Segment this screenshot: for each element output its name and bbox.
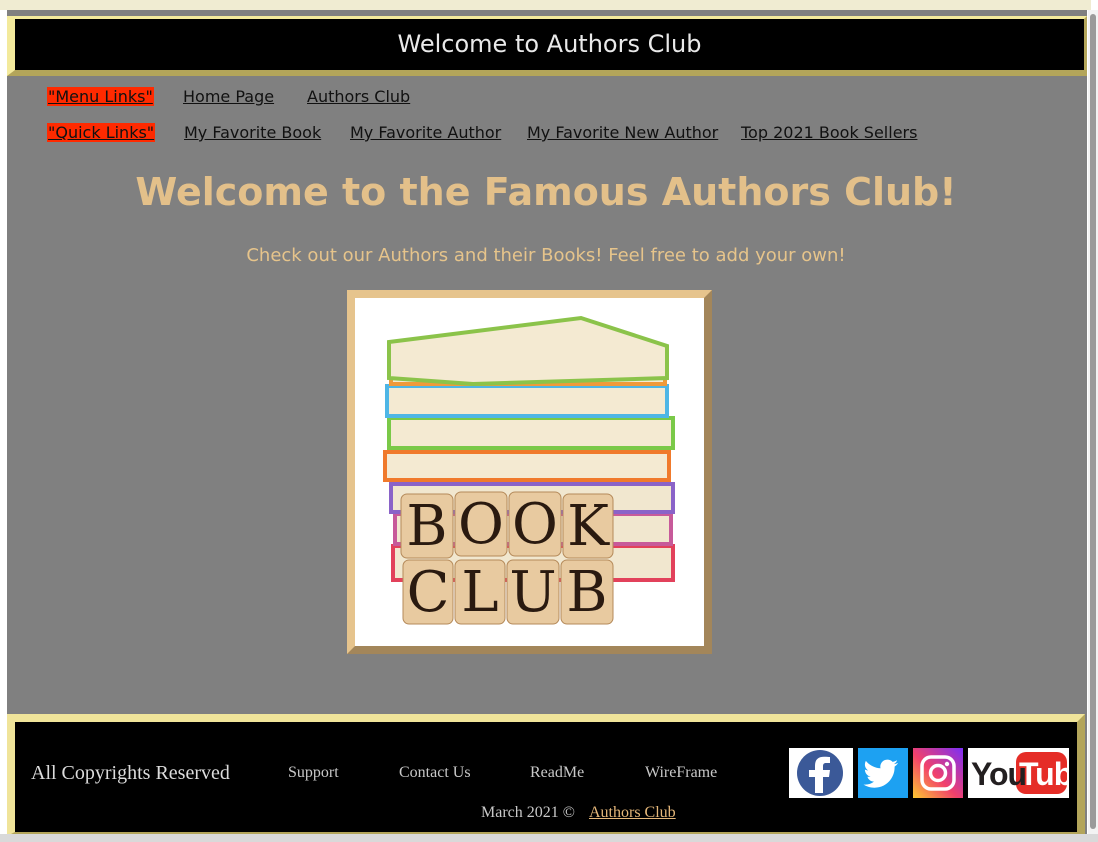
nav-my-favorite-author[interactable]: My Favorite Author bbox=[350, 123, 501, 142]
letter-k: K bbox=[567, 494, 610, 559]
menu-links-label[interactable]: "Menu Links" bbox=[47, 87, 154, 106]
scrollbar-thumb[interactable] bbox=[1090, 14, 1096, 829]
footer-link-readme[interactable]: ReadMe bbox=[530, 764, 584, 782]
footer-link-support[interactable]: Support bbox=[288, 764, 339, 782]
letter-o: O bbox=[512, 492, 558, 557]
letter-l: L bbox=[461, 560, 498, 625]
site-footer: All Copyrights Reserved Support Contact … bbox=[7, 714, 1090, 836]
svg-text:You: You bbox=[971, 756, 1026, 792]
menu-links-row: "Menu Links" Home Page Authors Club bbox=[47, 87, 947, 109]
page-subtitle: Check out our Authors and their Books! F… bbox=[246, 245, 846, 266]
nav-authors-club[interactable]: Authors Club bbox=[307, 87, 410, 106]
nav-home-page[interactable]: Home Page bbox=[183, 87, 274, 106]
copyright-text: All Copyrights Reserved bbox=[31, 762, 230, 784]
nav-top-2021-book-sellers[interactable]: Top 2021 Book Sellers bbox=[741, 123, 917, 142]
youtube-icon[interactable]: You Tube bbox=[968, 748, 1090, 798]
quick-links-label[interactable]: "Quick Links" bbox=[47, 123, 156, 142]
header-title: Welcome to Authors Club bbox=[15, 19, 1084, 70]
browser-bottom-strip bbox=[0, 834, 1098, 842]
letter-o: O bbox=[458, 492, 504, 557]
book-club-image: B O O K C L U B bbox=[347, 290, 712, 654]
footer-date: March 2021 © bbox=[481, 804, 575, 821]
letter-u: U bbox=[509, 560, 556, 625]
facebook-icon[interactable] bbox=[789, 748, 853, 798]
book-stack-illustration: B O O K C L U B bbox=[355, 298, 704, 646]
footer-link-wireframe[interactable]: WireFrame bbox=[645, 764, 717, 782]
nav-my-favorite-book[interactable]: My Favorite Book bbox=[184, 123, 321, 142]
site-header: Welcome to Authors Club bbox=[7, 16, 1087, 76]
quick-links-row: "Quick Links" My Favorite Book My Favori… bbox=[47, 123, 947, 145]
browser-top-strip bbox=[0, 0, 1091, 10]
letter-b: B bbox=[406, 494, 447, 559]
footer-authors-club-link[interactable]: Authors Club bbox=[589, 804, 676, 822]
nav-my-favorite-new-author[interactable]: My Favorite New Author bbox=[527, 123, 718, 142]
footer-link-contact-us[interactable]: Contact Us bbox=[399, 764, 471, 782]
letter-b: B bbox=[566, 560, 607, 625]
page-title: Welcome to the Famous Authors Club! bbox=[135, 170, 957, 214]
instagram-icon[interactable] bbox=[913, 748, 963, 798]
letter-c: C bbox=[407, 560, 450, 625]
twitter-icon[interactable] bbox=[858, 748, 908, 798]
svg-text:Tube: Tube bbox=[1019, 756, 1069, 792]
